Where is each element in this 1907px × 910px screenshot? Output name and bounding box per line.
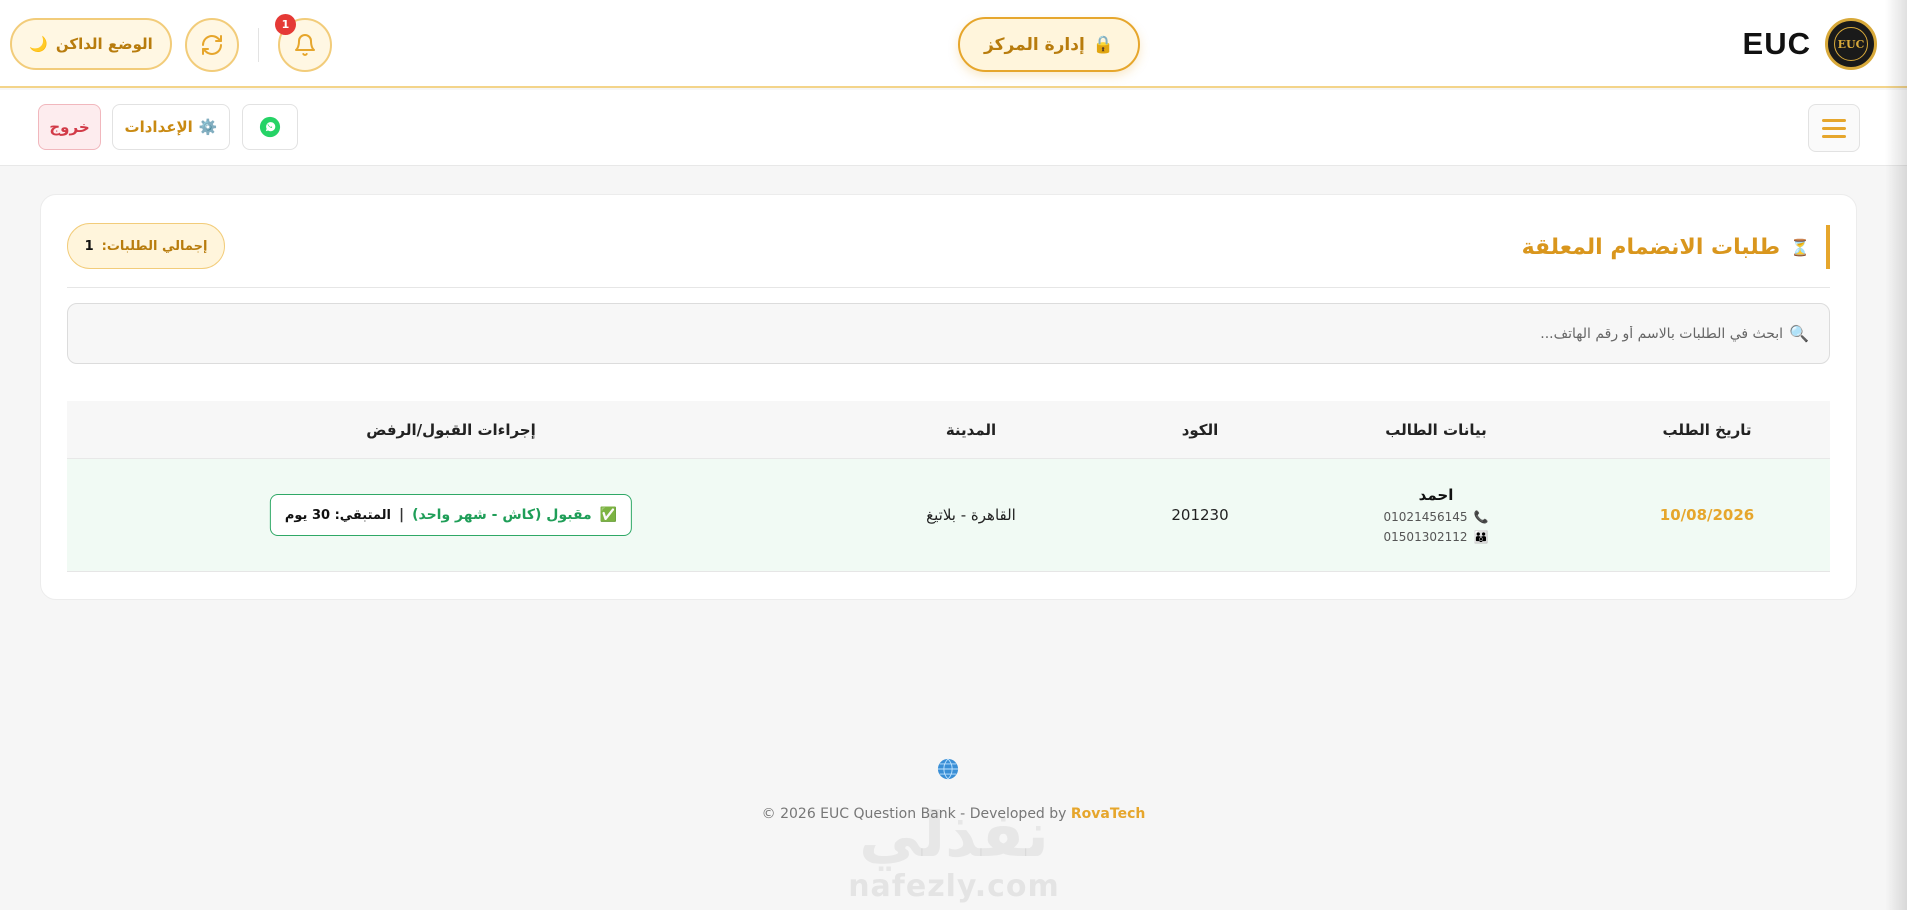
- parents-icon: 👪: [1473, 530, 1489, 544]
- header-divider: [258, 28, 259, 62]
- search-icon: 🔍: [1789, 324, 1809, 343]
- center-management-label: إدارة المركز: [984, 34, 1085, 55]
- header-actions[interactable]: إجراءات القبول/الرفض: [366, 401, 536, 458]
- action-bar: ⚙️ الإعدادات خروج: [0, 90, 1907, 166]
- whatsapp-button[interactable]: [242, 104, 298, 150]
- actions-cell: ✅ مقبول (كاش - شهر واحد) | المتبقي: 30 ي…: [269, 459, 633, 571]
- hamburger-line: [1822, 134, 1846, 138]
- gear-icon: ⚙️: [198, 118, 218, 136]
- student-phone[interactable]: 📞 01021456145: [1384, 510, 1489, 524]
- footer-text: © 2026 EUC Question Bank - Developed by: [761, 806, 1071, 822]
- header-date[interactable]: تاريخ الطلب: [1663, 401, 1752, 458]
- accepted-status-badge[interactable]: ✅ مقبول (كاش - شهر واحد) | المتبقي: 30 ي…: [269, 494, 633, 536]
- footer-copyright: © 2026 EUC Question Bank - Developed by …: [0, 806, 1907, 822]
- refresh-icon: [202, 35, 222, 55]
- student-code: 201230: [1171, 506, 1229, 524]
- lock-icon: 🔒: [1092, 34, 1114, 55]
- request-date: 10/08/2026: [1659, 506, 1755, 524]
- total-requests-value: 1: [84, 238, 94, 254]
- scroll-edge-shadow: [1885, 0, 1907, 910]
- header-code[interactable]: الكود: [1182, 401, 1219, 458]
- settings-label: الإعدادات: [124, 118, 193, 136]
- card-title-text: طلبات الانضمام المعلقة: [1521, 234, 1781, 260]
- search-input[interactable]: [88, 325, 1784, 342]
- watermark-url: nafezly.com: [848, 869, 1060, 904]
- brand[interactable]: EUC EUC: [1743, 18, 1877, 70]
- status-text: مقبول (كاش - شهر واحد): [412, 507, 592, 523]
- brand-logo: EUC: [1825, 18, 1877, 70]
- hamburger-line: [1822, 126, 1846, 130]
- student-city: القاهرة - بلاتيغ: [926, 506, 1016, 524]
- remaining-days: المتبقي: 30 يوم: [284, 507, 391, 523]
- menu-button[interactable]: [1808, 104, 1860, 152]
- bell-icon: [295, 34, 315, 56]
- header-city[interactable]: المدينة: [946, 401, 996, 458]
- search-box: 🔍: [67, 303, 1830, 364]
- hamburger-line: [1822, 118, 1846, 122]
- brand-name: EUC: [1742, 26, 1811, 61]
- globe-icon: [937, 758, 959, 780]
- student-info: احمد 📞 01021456145 👪 01501302112: [1384, 486, 1489, 544]
- refresh-button[interactable]: [185, 18, 239, 72]
- settings-button[interactable]: ⚙️ الإعدادات: [112, 104, 230, 150]
- check-icon: ✅: [599, 507, 618, 523]
- table-header: تاريخ الطلب بيانات الطالب الكود المدينة …: [67, 401, 1830, 458]
- student-phone-number: 01021456145: [1383, 510, 1468, 524]
- total-requests-label: إجمالي الطلبات:: [101, 238, 208, 254]
- parent-phone-number: 01501302112: [1383, 530, 1468, 544]
- city-cell: القاهرة - بلاتيغ: [926, 459, 1016, 571]
- center-management-button[interactable]: 🔒 إدارة المركز: [958, 17, 1140, 72]
- code-cell: 201230: [1171, 459, 1228, 571]
- table-row: 10/08/2026 احمد 📞 01021456145 👪 01501302…: [67, 458, 1830, 572]
- dark-mode-label: الوضع الداكن: [55, 35, 153, 53]
- notification-badge: 1: [275, 14, 296, 35]
- notifications-button[interactable]: 1: [275, 14, 332, 72]
- card-divider: [67, 287, 1830, 288]
- phone-icon: 📞: [1473, 510, 1489, 524]
- header-student[interactable]: بيانات الطالب: [1385, 401, 1486, 458]
- request-date-cell: 10/08/2026: [1660, 459, 1754, 571]
- dark-mode-toggle[interactable]: الوضع الداكن 🌙: [10, 18, 172, 70]
- logout-button[interactable]: خروج: [38, 104, 101, 150]
- developer-link[interactable]: RovaTech: [1071, 806, 1145, 822]
- pending-requests-card: ⏳ طلبات الانضمام المعلقة إجمالي الطلبات:…: [40, 194, 1857, 600]
- card-title: ⏳ طلبات الانضمام المعلقة: [1522, 225, 1830, 269]
- status-separator: |: [398, 507, 405, 523]
- parent-phone[interactable]: 👪 01501302112: [1384, 530, 1489, 544]
- moon-icon: 🌙: [29, 35, 48, 53]
- whatsapp-icon: [259, 116, 281, 138]
- hourglass-icon: ⏳: [1790, 237, 1810, 257]
- student-name: احمد: [1418, 486, 1454, 504]
- student-info-cell: احمد 📞 01021456145 👪 01501302112: [1384, 459, 1489, 571]
- requests-table: تاريخ الطلب بيانات الطالب الكود المدينة …: [67, 401, 1830, 572]
- brand-logo-text: EUC: [1834, 27, 1868, 61]
- total-requests-badge: إجمالي الطلبات: 1: [67, 223, 225, 269]
